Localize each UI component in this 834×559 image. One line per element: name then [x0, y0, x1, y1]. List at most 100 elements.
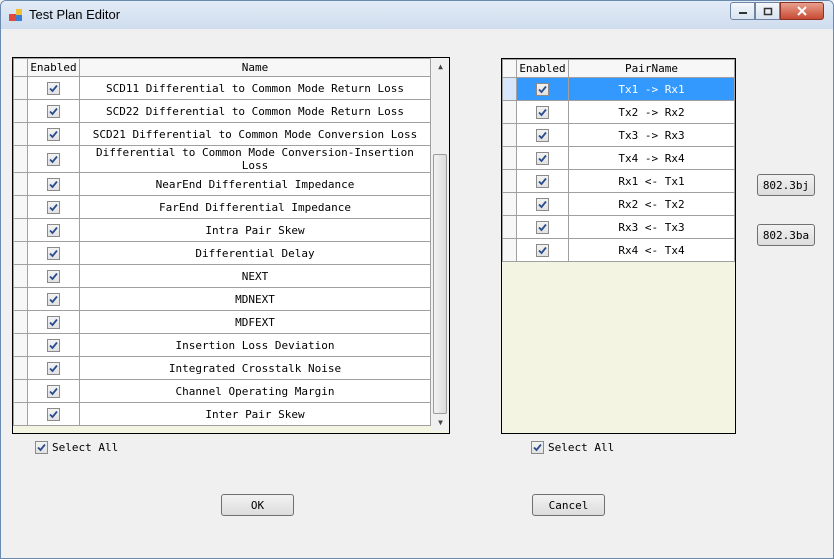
- enabled-checkbox[interactable]: [47, 200, 60, 214]
- enabled-checkbox[interactable]: [47, 269, 60, 283]
- name-cell[interactable]: Inter Pair Skew: [79, 402, 431, 426]
- table-row[interactable]: Intra Pair Skew: [13, 218, 431, 242]
- enabled-checkbox[interactable]: [536, 174, 549, 188]
- table-row[interactable]: NEXT: [13, 264, 431, 288]
- enabled-cell[interactable]: [27, 264, 80, 288]
- name-cell[interactable]: SCD22 Differential to Common Mode Return…: [79, 99, 431, 123]
- enabled-checkbox[interactable]: [536, 220, 549, 234]
- enabled-cell[interactable]: [27, 333, 80, 357]
- scroll-down-button[interactable]: ▼: [432, 414, 449, 431]
- name-cell[interactable]: SCD11 Differential to Common Mode Return…: [79, 76, 431, 100]
- name-cell[interactable]: MDNEXT: [79, 287, 431, 311]
- row-header[interactable]: [13, 218, 28, 242]
- row-header[interactable]: [13, 76, 28, 100]
- pairs-grid[interactable]: Enabled PairName Tx1 -> Rx1 Tx2 -> Rx2 Tx3…: [501, 58, 736, 434]
- enabled-checkbox[interactable]: [47, 127, 60, 141]
- enabled-checkbox[interactable]: [47, 177, 60, 191]
- tests-select-all-checkbox[interactable]: [35, 441, 48, 454]
- tests-scrollbar[interactable]: ▲ ▼: [432, 58, 449, 431]
- row-header[interactable]: [13, 172, 28, 196]
- table-row[interactable]: Tx3 -> Rx3: [502, 123, 735, 147]
- enabled-cell[interactable]: [27, 356, 80, 380]
- enabled-checkbox[interactable]: [47, 104, 60, 118]
- row-header[interactable]: [502, 169, 517, 193]
- enabled-cell[interactable]: [27, 310, 80, 334]
- table-row[interactable]: Inter Pair Skew: [13, 402, 431, 426]
- enabled-cell[interactable]: [516, 169, 569, 193]
- enabled-cell[interactable]: [27, 195, 80, 219]
- row-header[interactable]: [502, 238, 517, 262]
- name-cell[interactable]: FarEnd Differential Impedance: [79, 195, 431, 219]
- row-header[interactable]: [502, 77, 517, 101]
- name-cell[interactable]: Tx4 -> Rx4: [568, 146, 735, 170]
- enabled-checkbox[interactable]: [47, 223, 60, 237]
- enabled-cell[interactable]: [27, 379, 80, 403]
- table-row[interactable]: Channel Operating Margin: [13, 379, 431, 403]
- enabled-cell[interactable]: [516, 146, 569, 170]
- enabled-checkbox[interactable]: [47, 338, 60, 352]
- enabled-checkbox[interactable]: [536, 105, 549, 119]
- name-cell[interactable]: Tx2 -> Rx2: [568, 100, 735, 124]
- row-header[interactable]: [502, 123, 517, 147]
- name-cell[interactable]: Differential to Common Mode Conversion-I…: [79, 145, 431, 173]
- name-cell[interactable]: NEXT: [79, 264, 431, 288]
- row-header[interactable]: [502, 100, 517, 124]
- name-cell[interactable]: Insertion Loss Deviation: [79, 333, 431, 357]
- name-cell[interactable]: Integrated Crosstalk Noise: [79, 356, 431, 380]
- enabled-cell[interactable]: [27, 172, 80, 196]
- enabled-checkbox[interactable]: [536, 243, 549, 257]
- table-row[interactable]: Rx1 <- Tx1: [502, 169, 735, 193]
- name-cell[interactable]: MDFEXT: [79, 310, 431, 334]
- tests-select-all[interactable]: Select All: [35, 441, 118, 454]
- table-row[interactable]: Rx2 <- Tx2: [502, 192, 735, 216]
- name-cell[interactable]: Tx1 -> Rx1: [568, 77, 735, 101]
- name-cell[interactable]: Differential Delay: [79, 241, 431, 265]
- enabled-cell[interactable]: [27, 99, 80, 123]
- table-row[interactable]: Tx4 -> Rx4: [502, 146, 735, 170]
- enabled-checkbox[interactable]: [47, 315, 60, 329]
- name-cell[interactable]: SCD21 Differential to Common Mode Conver…: [79, 122, 431, 146]
- enabled-checkbox[interactable]: [47, 361, 60, 375]
- enabled-cell[interactable]: [27, 122, 80, 146]
- enabled-cell[interactable]: [27, 76, 80, 100]
- enabled-cell[interactable]: [516, 100, 569, 124]
- enabled-cell[interactable]: [27, 218, 80, 242]
- table-row[interactable]: SCD22 Differential to Common Mode Return…: [13, 99, 431, 123]
- table-row[interactable]: Rx3 <- Tx3: [502, 215, 735, 239]
- minimize-button[interactable]: [730, 2, 755, 20]
- tests-grid[interactable]: Enabled Name SCD11 Differential to Commo…: [12, 57, 450, 434]
- column-header-name[interactable]: Name: [79, 58, 431, 77]
- table-row[interactable]: MDFEXT: [13, 310, 431, 334]
- row-header[interactable]: [13, 287, 28, 311]
- name-cell[interactable]: Channel Operating Margin: [79, 379, 431, 403]
- row-header[interactable]: [13, 402, 28, 426]
- row-header[interactable]: [13, 310, 28, 334]
- enabled-checkbox[interactable]: [47, 81, 60, 95]
- ok-button[interactable]: OK: [221, 494, 294, 516]
- pairs-select-all[interactable]: Select All: [531, 441, 614, 454]
- column-header-enabled[interactable]: Enabled: [27, 58, 80, 77]
- standard-802-3bj-button[interactable]: 802.3bj: [757, 174, 815, 196]
- name-cell[interactable]: Intra Pair Skew: [79, 218, 431, 242]
- table-row[interactable]: Rx4 <- Tx4: [502, 238, 735, 262]
- row-header[interactable]: [13, 241, 28, 265]
- enabled-cell[interactable]: [516, 123, 569, 147]
- table-row[interactable]: SCD11 Differential to Common Mode Return…: [13, 76, 431, 100]
- enabled-checkbox[interactable]: [536, 197, 549, 211]
- row-header[interactable]: [502, 146, 517, 170]
- table-row[interactable]: NearEnd Differential Impedance: [13, 172, 431, 196]
- name-cell[interactable]: NearEnd Differential Impedance: [79, 172, 431, 196]
- enabled-checkbox[interactable]: [47, 152, 60, 166]
- enabled-checkbox[interactable]: [47, 246, 60, 260]
- table-row[interactable]: MDNEXT: [13, 287, 431, 311]
- enabled-checkbox[interactable]: [536, 82, 549, 96]
- enabled-cell[interactable]: [516, 77, 569, 101]
- name-cell[interactable]: Rx2 <- Tx2: [568, 192, 735, 216]
- row-header[interactable]: [502, 215, 517, 239]
- row-header[interactable]: [13, 264, 28, 288]
- cancel-button[interactable]: Cancel: [532, 494, 605, 516]
- enabled-cell[interactable]: [516, 238, 569, 262]
- table-row[interactable]: Differential to Common Mode Conversion-I…: [13, 145, 431, 173]
- table-row[interactable]: FarEnd Differential Impedance: [13, 195, 431, 219]
- row-header[interactable]: [13, 195, 28, 219]
